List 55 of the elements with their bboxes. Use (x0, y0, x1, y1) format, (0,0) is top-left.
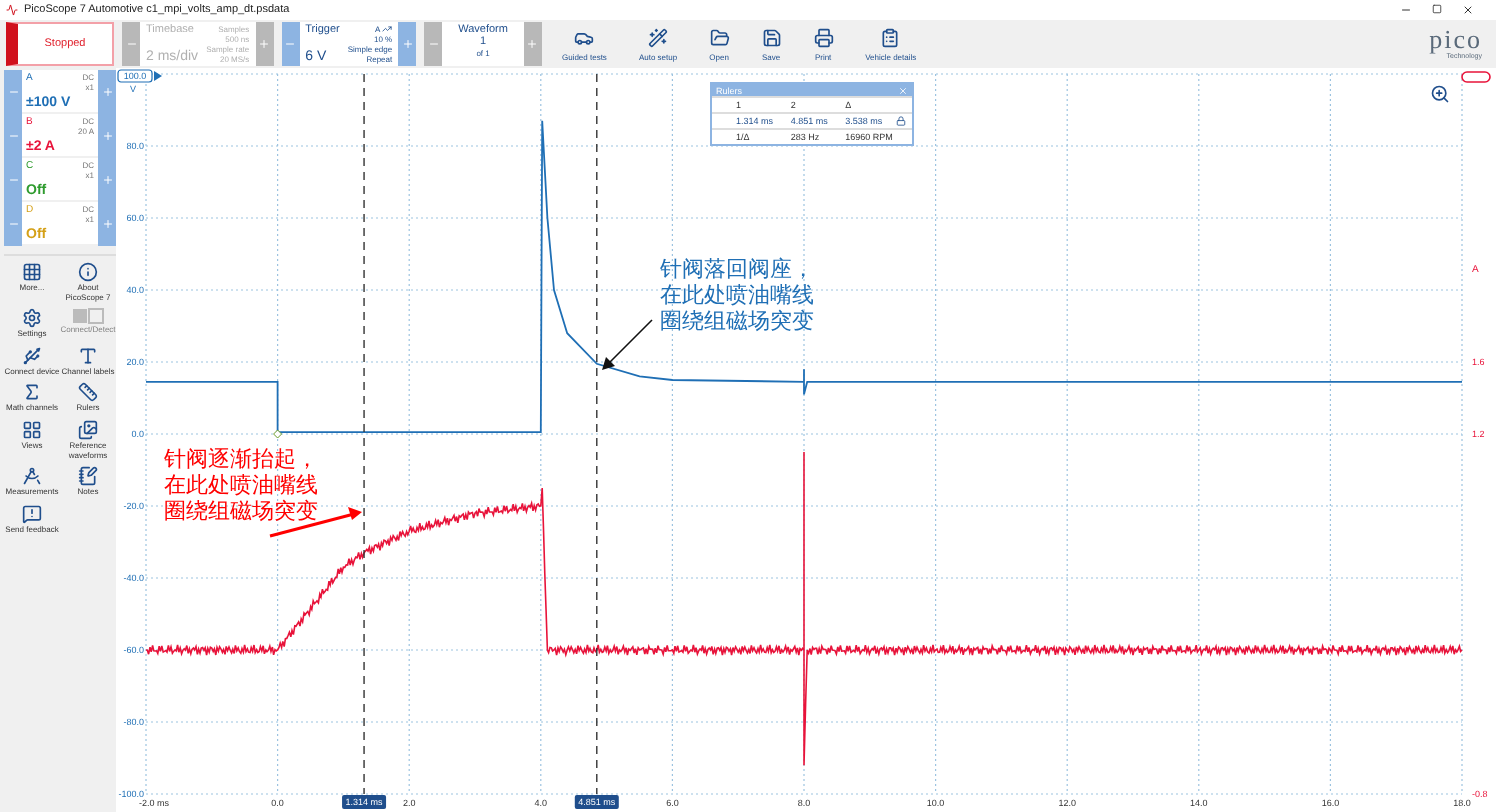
app-icon (6, 4, 18, 16)
plus-icon (101, 86, 113, 98)
grid-icon (22, 262, 42, 282)
ruler-icon (78, 382, 98, 403)
minus-icon (7, 174, 19, 186)
grid-icon (22, 419, 42, 440)
zoom-icon[interactable] (1430, 84, 1450, 104)
decrease-button[interactable] (4, 202, 22, 246)
minus-icon (284, 38, 297, 50)
decrease-button[interactable] (424, 22, 443, 66)
increase-button[interactable] (398, 22, 417, 66)
sigma-icon (22, 382, 42, 403)
plus-icon (101, 218, 113, 230)
plus-icon (101, 130, 113, 142)
minus-icon (7, 86, 19, 98)
decrease-button[interactable] (281, 22, 300, 66)
rising-edge-icon (382, 24, 393, 34)
message-icon (22, 503, 42, 524)
close-icon[interactable] (1462, 4, 1474, 16)
increase-button[interactable] (98, 70, 116, 114)
decrease-button[interactable] (4, 70, 22, 114)
tag-arrow-icon (154, 71, 162, 81)
trigger-marker-icon (273, 429, 283, 439)
minus-icon (7, 130, 19, 142)
usb-icon (22, 345, 42, 366)
two-squares-icon (72, 308, 104, 325)
info-icon (78, 262, 98, 282)
minus-icon (125, 38, 137, 50)
folder-icon (709, 27, 730, 47)
clipboard-icon (880, 27, 901, 47)
minus-icon (7, 218, 19, 230)
compass-icon (22, 466, 42, 487)
annotation: 针阀落回阀座， 在此处喷油嘴线 圈绕组磁场突变 (660, 256, 814, 334)
channel-indicator[interactable] (1461, 71, 1491, 83)
annotation: 针阀逐渐抬起， 在此处喷油嘴线 圈绕组磁场突变 (164, 446, 318, 524)
increase-button[interactable] (523, 22, 542, 66)
printer-icon (813, 27, 834, 47)
lock-icon[interactable] (896, 116, 906, 126)
maximize-icon[interactable] (1432, 4, 1442, 14)
minus-icon (427, 38, 440, 50)
arrow (602, 319, 653, 370)
plus-icon (526, 38, 539, 50)
minimize-icon[interactable] (1400, 4, 1412, 16)
plus-icon (101, 174, 113, 186)
save-icon (761, 27, 782, 47)
plus-icon (258, 38, 271, 50)
ruler-line[interactable] (363, 73, 365, 795)
plus-icon (401, 38, 414, 50)
car-icon (574, 27, 595, 47)
notepad-icon (78, 466, 98, 487)
wand-icon (648, 27, 668, 47)
increase-button[interactable] (98, 202, 116, 246)
settings-icon (22, 308, 42, 329)
ruler-line[interactable] (596, 73, 598, 795)
images-icon (78, 419, 98, 440)
